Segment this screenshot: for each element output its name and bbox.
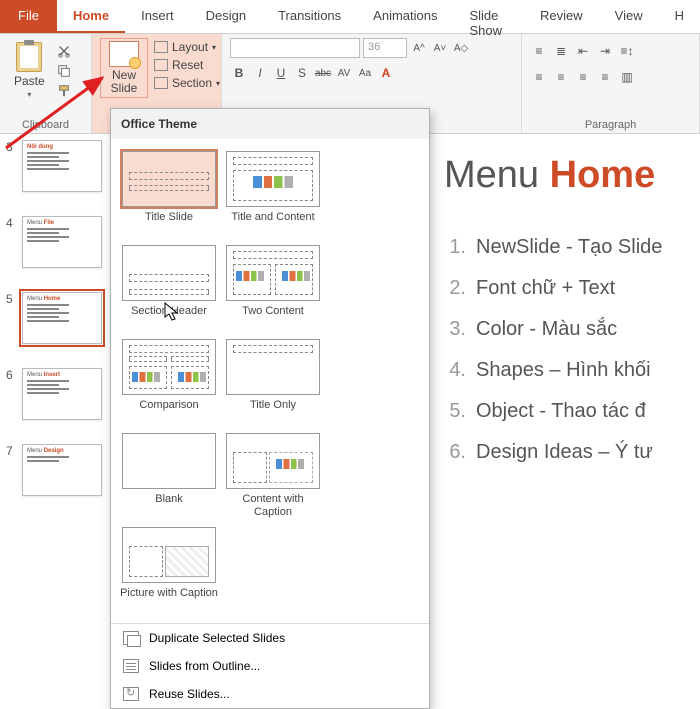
clipboard-group-label: Clipboard <box>8 115 83 131</box>
duplicate-icon <box>123 631 139 645</box>
outline-icon <box>123 659 139 673</box>
reset-icon <box>154 59 168 71</box>
grow-font-icon[interactable]: A^ <box>410 39 428 57</box>
new-slide-label: New Slide <box>111 69 138 95</box>
tab-insert[interactable]: Insert <box>125 0 190 33</box>
indent-dec-button[interactable]: ⇤ <box>574 42 592 60</box>
char-spacing-button[interactable]: AV <box>335 64 353 82</box>
thumb-6[interactable]: 6 Menu Insert <box>0 362 112 438</box>
layout-content-caption[interactable]: Content with Caption <box>221 429 325 521</box>
tab-animations[interactable]: Animations <box>357 0 453 33</box>
gallery-header: Office Theme <box>111 109 429 139</box>
layout-button[interactable]: Layout▾ <box>154 40 220 54</box>
paragraph-group-label: Paragraph <box>530 115 691 131</box>
file-tab[interactable]: File <box>0 0 57 33</box>
thumb-3[interactable]: 3 Nội dung <box>0 134 112 210</box>
paragraph-group: ≡ ≣ ⇤ ⇥ ≡↕ ≡ ≡ ≡ ≡ ▥ Paragraph <box>522 34 700 133</box>
slides-from-outline[interactable]: Slides from Outline... <box>111 652 429 680</box>
align-left-button[interactable]: ≡ <box>530 68 548 86</box>
paste-icon <box>16 42 42 72</box>
numbering-button[interactable]: ≣ <box>552 42 570 60</box>
columns-button[interactable]: ▥ <box>618 68 636 86</box>
thumb-7[interactable]: 7 Menu Design <box>0 438 112 514</box>
new-slide-icon <box>109 41 139 67</box>
strike-button[interactable]: abc <box>314 64 332 82</box>
indent-inc-button[interactable]: ⇥ <box>596 42 614 60</box>
reuse-icon <box>123 687 139 701</box>
layout-comparison[interactable]: Comparison <box>117 335 221 427</box>
chevron-down-icon: ▾ <box>27 90 31 99</box>
tab-slideshow[interactable]: Slide Show <box>453 0 524 33</box>
layout-section-header[interactable]: Section Header <box>117 241 221 333</box>
new-slide-button[interactable]: New Slide <box>100 38 148 98</box>
copy-icon[interactable] <box>57 64 71 78</box>
shrink-font-icon[interactable]: A˅ <box>431 39 449 57</box>
section-button[interactable]: Section▾ <box>154 76 220 90</box>
shadow-button[interactable]: S <box>293 64 311 82</box>
slide-body: 1.NewSlide - Tạo Slide 2.Font chữ + Text… <box>444 227 690 473</box>
thumb-5[interactable]: 5 Menu Home <box>0 286 112 362</box>
change-case-button[interactable]: Aa <box>356 64 374 82</box>
slide-thumbnails: 3 Nội dung 4 Menu File 5 Menu Home 6 Men… <box>0 134 112 560</box>
section-icon <box>154 77 168 89</box>
tab-view[interactable]: View <box>599 0 659 33</box>
align-center-button[interactable]: ≡ <box>552 68 570 86</box>
bold-button[interactable]: B <box>230 64 248 82</box>
underline-button[interactable]: U <box>272 64 290 82</box>
slide-canvas: Menu Home 1.NewSlide - Tạo Slide 2.Font … <box>432 134 700 560</box>
layout-title-content[interactable]: Title and Content <box>221 147 325 239</box>
paste-button[interactable]: Paste ▾ <box>8 38 51 103</box>
tab-help[interactable]: H <box>659 0 700 33</box>
paste-label: Paste <box>14 74 45 88</box>
tab-review[interactable]: Review <box>524 0 599 33</box>
layout-title-slide[interactable]: Title Slide <box>117 147 221 239</box>
font-size-input[interactable]: 36 <box>363 38 407 58</box>
bullets-button[interactable]: ≡ <box>530 42 548 60</box>
clipboard-group: Paste ▾ Clipboard <box>0 34 92 133</box>
font-family-input[interactable] <box>230 38 360 58</box>
format-painter-icon[interactable] <box>57 84 71 98</box>
layout-blank[interactable]: Blank <box>117 429 221 521</box>
tab-transitions[interactable]: Transitions <box>262 0 357 33</box>
ribbon-tabs: File Home Insert Design Transitions Anim… <box>0 0 700 34</box>
clear-format-icon[interactable]: A◇ <box>452 39 470 57</box>
layout-two-content[interactable]: Two Content <box>221 241 325 333</box>
reset-button[interactable]: Reset <box>154 58 220 72</box>
justify-button[interactable]: ≡ <box>596 68 614 86</box>
cut-icon[interactable] <box>57 44 71 58</box>
layout-icon <box>154 41 168 53</box>
layout-picture-caption[interactable]: Picture with Caption <box>117 523 221 615</box>
font-color-button[interactable]: A <box>377 64 395 82</box>
italic-button[interactable]: I <box>251 64 269 82</box>
slide-title: Menu Home <box>444 154 690 197</box>
duplicate-slides[interactable]: Duplicate Selected Slides <box>111 624 429 652</box>
tab-home[interactable]: Home <box>57 0 125 33</box>
reuse-slides[interactable]: Reuse Slides... <box>111 680 429 708</box>
layout-title-only[interactable]: Title Only <box>221 335 325 427</box>
tab-design[interactable]: Design <box>190 0 262 33</box>
thumb-4[interactable]: 4 Menu File <box>0 210 112 286</box>
new-slide-gallery: Office Theme Title Slide Title and Conte… <box>110 108 430 709</box>
align-right-button[interactable]: ≡ <box>574 68 592 86</box>
line-spacing-button[interactable]: ≡↕ <box>618 42 636 60</box>
